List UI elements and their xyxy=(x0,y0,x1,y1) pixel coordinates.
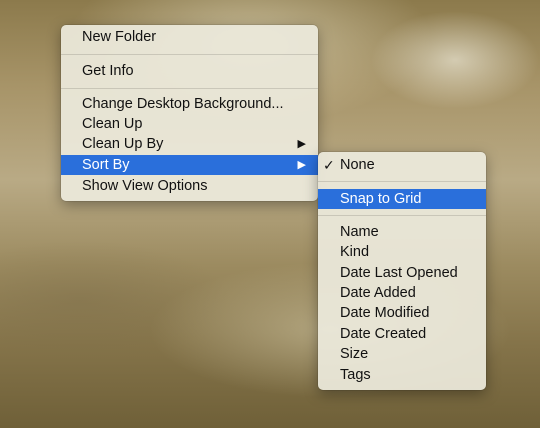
menu-item-label: Date Last Opened xyxy=(340,265,458,281)
menu-item-change-desktop-background[interactable]: Change Desktop Background... xyxy=(61,94,318,114)
submenu-item-date-last-opened[interactable]: Date Last Opened xyxy=(318,263,486,283)
menu-item-label: Show View Options xyxy=(82,178,208,194)
submenu-item-size[interactable]: Size xyxy=(318,344,486,364)
submenu-item-kind[interactable]: Kind xyxy=(318,242,486,262)
menu-item-label: Tags xyxy=(340,367,371,383)
menu-item-clean-up[interactable]: Clean Up xyxy=(61,114,318,134)
menu-item-label: Date Modified xyxy=(340,305,430,321)
menu-item-label: Clean Up xyxy=(82,116,143,132)
submenu-item-snap-to-grid[interactable]: Snap to Grid xyxy=(318,189,486,209)
submenu-item-date-added[interactable]: Date Added xyxy=(318,283,486,303)
submenu-item-name[interactable]: Name xyxy=(318,222,486,242)
menu-item-label: Kind xyxy=(340,244,370,260)
menu-item-label: Sort By xyxy=(82,157,130,173)
checkmark-icon: ✓ xyxy=(323,157,335,173)
submenu-item-date-created[interactable]: Date Created xyxy=(318,324,486,344)
menu-item-label: Size xyxy=(340,346,369,362)
menu-item-label: Get Info xyxy=(82,63,134,79)
menu-item-clean-up-by[interactable]: Clean Up By ▶ xyxy=(61,134,318,154)
menu-item-label: Change Desktop Background... xyxy=(82,96,284,112)
submenu-item-none[interactable]: ✓ None xyxy=(318,155,486,175)
menu-item-label: Clean Up By xyxy=(82,136,164,152)
submenu-item-date-modified[interactable]: Date Modified xyxy=(318,303,486,323)
chevron-right-icon: ▶ xyxy=(297,159,306,171)
submenu-item-tags[interactable]: Tags xyxy=(318,365,486,385)
menu-item-sort-by[interactable]: Sort By ▶ xyxy=(61,155,318,175)
menu-item-label: Name xyxy=(340,224,379,240)
desktop-context-menu: New Folder Get Info Change Desktop Backg… xyxy=(61,25,318,201)
menu-item-new-folder[interactable]: New Folder xyxy=(61,27,318,47)
menu-separator xyxy=(318,215,486,216)
sort-by-submenu: ✓ None Snap to Grid Name Kind Date Last … xyxy=(318,152,486,390)
menu-item-show-view-options[interactable]: Show View Options xyxy=(61,176,318,196)
menu-item-label: Date Added xyxy=(340,285,416,301)
menu-separator xyxy=(61,54,318,55)
chevron-right-icon: ▶ xyxy=(297,138,306,150)
menu-item-label: None xyxy=(340,157,375,173)
menu-separator xyxy=(318,181,486,182)
menu-separator xyxy=(61,88,318,89)
menu-item-get-info[interactable]: Get Info xyxy=(61,61,318,81)
menu-item-label: Snap to Grid xyxy=(340,191,422,207)
menu-item-label: Date Created xyxy=(340,326,427,342)
menu-item-label: New Folder xyxy=(82,29,157,45)
